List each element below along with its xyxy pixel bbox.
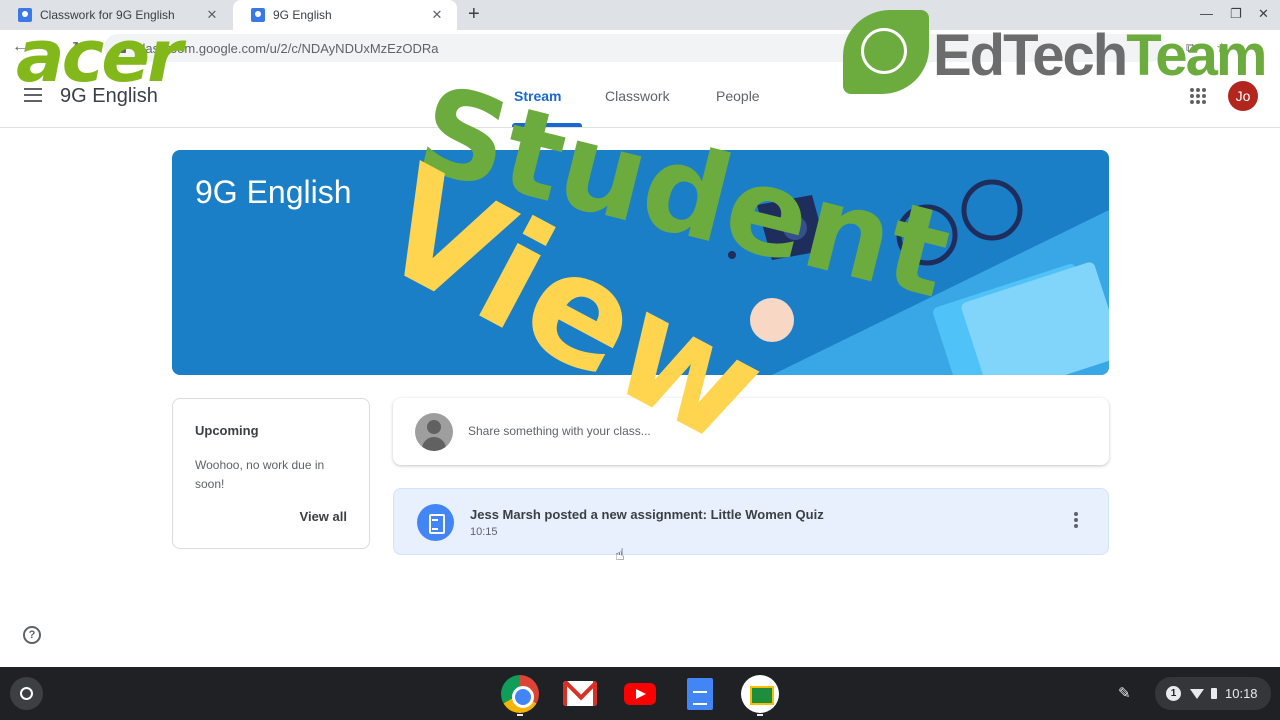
close-tab-icon[interactable]: ✕	[429, 7, 445, 23]
clock: 10:18	[1225, 686, 1258, 701]
chromeos-shelf: ✎ 1 10:18	[0, 667, 1280, 720]
help-icon[interactable]: ?	[23, 626, 41, 644]
classroom-icon[interactable]	[741, 675, 779, 713]
circuit-leaf-icon	[843, 10, 929, 94]
browser-tab-9g-english[interactable]: 9G English ✕	[233, 0, 457, 30]
upcoming-heading: Upcoming	[195, 423, 259, 438]
screen: Classwork for 9G English ✕ 9G English ✕ …	[0, 0, 1280, 720]
tab-classwork[interactable]: Classwork	[605, 88, 670, 104]
running-indicator	[517, 714, 523, 716]
post-title[interactable]: Jess Marsh posted a new assignment: Litt…	[470, 507, 824, 522]
upcoming-message: Woohoo, no work due in soon!	[195, 458, 325, 491]
edtech-text: EdTech	[933, 23, 1128, 88]
hand-cursor-icon: ☝	[615, 547, 625, 564]
gmail-icon[interactable]	[561, 675, 599, 713]
wifi-icon	[1190, 688, 1204, 699]
share-box[interactable]: Share something with your class...	[393, 398, 1109, 465]
assignment-post[interactable]: Jess Marsh posted a new assignment: Litt…	[393, 488, 1109, 555]
edtechteam-wordmark: EdTechTeam	[933, 23, 1267, 88]
more-options-icon[interactable]	[1074, 512, 1078, 528]
view-all-link[interactable]: View all	[300, 509, 347, 524]
running-indicator	[757, 714, 763, 716]
classroom-favicon-icon	[251, 8, 265, 22]
assignment-icon	[417, 504, 454, 541]
edtechteam-logo: EdTechTeam	[843, 10, 1273, 96]
new-tab-button[interactable]: +	[468, 3, 480, 26]
banner-title: 9G English	[195, 174, 352, 210]
upcoming-card: Upcoming Woohoo, no work due in soon! Vi…	[172, 398, 370, 549]
stylus-icon[interactable]: ✎	[1118, 684, 1131, 702]
acer-logo: acer	[16, 14, 183, 98]
tab-title: 9G English	[273, 8, 332, 22]
tab-people[interactable]: People	[716, 88, 760, 104]
chrome-icon[interactable]	[501, 675, 539, 713]
youtube-icon[interactable]	[621, 675, 659, 713]
url-text: classroom.google.com/u/2/c/NDAyNDUxMzEzO…	[136, 40, 439, 56]
launcher-button[interactable]	[10, 677, 43, 710]
team-text: Team	[1126, 23, 1267, 88]
post-time: 10:15	[470, 526, 498, 538]
status-tray[interactable]: 1 10:18	[1155, 677, 1271, 710]
notification-count: 1	[1166, 686, 1181, 701]
docs-icon[interactable]	[681, 675, 719, 713]
battery-icon	[1211, 688, 1217, 699]
user-avatar-icon	[415, 413, 453, 451]
close-tab-icon[interactable]: ✕	[204, 7, 220, 23]
